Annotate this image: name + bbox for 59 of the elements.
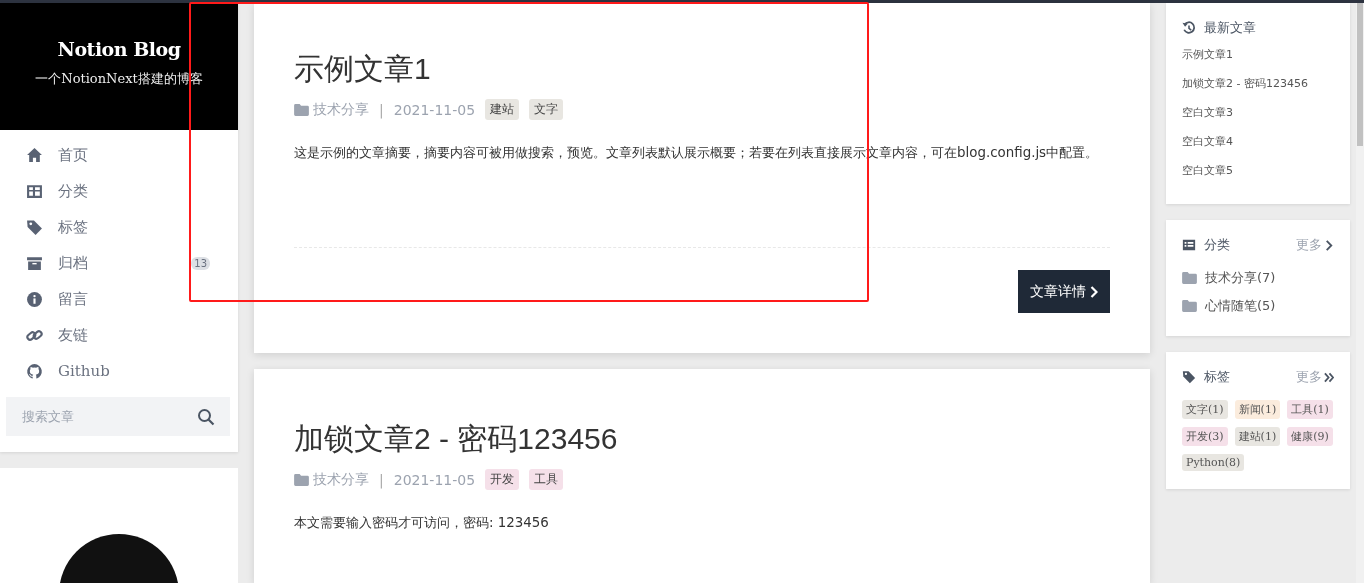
tag-chip[interactable]: 工具(1) (1287, 400, 1333, 419)
chevron-icon (1324, 239, 1334, 251)
latest-post-link[interactable]: 加锁文章2 - 密码123456 (1182, 76, 1334, 91)
menu-item[interactable]: 留言 (0, 281, 238, 317)
folder-icon (1182, 272, 1197, 284)
tag-chip[interactable]: 开发(3) (1182, 427, 1228, 446)
grid-icon (26, 182, 43, 200)
post-date: 2021-11-05 (393, 101, 476, 118)
post-summary: 本文需要输入密码才可访问，密码: 123456 (294, 514, 550, 532)
site-title[interactable]: Notion Blog (57, 37, 181, 60)
meta-separator: | (379, 101, 384, 118)
chevron-icon (1090, 285, 1098, 298)
home-icon (26, 146, 43, 164)
category-item[interactable]: 技术分享(7) (1182, 264, 1334, 292)
tag-chip[interactable]: Python(8) (1182, 454, 1245, 471)
tag-chip[interactable]: 健康(9) (1287, 427, 1333, 446)
info-icon (26, 290, 43, 308)
card-title: 最新文章 (1204, 19, 1256, 37)
scrollbar-thumb[interactable] (1357, 3, 1363, 146)
count-badge: 13 (191, 256, 210, 270)
double-chevron-icon (1324, 371, 1334, 383)
card-title: 标签 (1204, 368, 1230, 386)
post-tag[interactable]: 文字 (529, 99, 564, 120)
latest-post-link[interactable]: 空白文章4 (1182, 134, 1334, 149)
tag-chip[interactable]: 新闻(1) (1234, 400, 1281, 419)
folder-icon (1182, 300, 1197, 312)
menu-item[interactable]: 标签 (0, 209, 238, 245)
tag-icon (26, 218, 43, 236)
post-tag[interactable]: 开发 (485, 469, 520, 490)
post-tag[interactable]: 建站 (485, 99, 520, 120)
menu-item[interactable]: 归档 13 (0, 245, 238, 281)
post-title[interactable]: 示例文章1 (294, 51, 1110, 87)
latest-post-link[interactable]: 示例文章1 (1182, 47, 1334, 62)
search-icon (197, 407, 215, 426)
menu-item[interactable]: 首页 (0, 137, 238, 173)
search-field[interactable]: 搜索文章 (6, 397, 182, 436)
post-title[interactable]: 加锁文章2 - 密码123456 (294, 421, 1110, 457)
post-date: 2021-11-05 (393, 471, 476, 488)
folder-icon (294, 103, 309, 116)
table-icon (1182, 238, 1196, 252)
tag-chip[interactable]: 文字(1) (1182, 400, 1228, 419)
latest-post-link[interactable]: 空白文章3 (1182, 105, 1334, 120)
archive-icon (26, 254, 43, 272)
search-button[interactable] (182, 397, 230, 436)
tag-chip[interactable]: 建站(1) (1234, 427, 1281, 446)
menu-item[interactable]: 友链 (0, 317, 238, 353)
latest-post-link[interactable]: 空白文章5 (1182, 163, 1334, 178)
menu-item[interactable]: Github (0, 353, 238, 389)
category-item[interactable]: 心情随笔(5) (1182, 292, 1334, 320)
folder-icon (294, 473, 309, 486)
menu-item[interactable]: 分类 (0, 173, 238, 209)
history-icon (1182, 21, 1196, 35)
post-tag[interactable]: 工具 (529, 469, 564, 490)
site-subtitle: 一个NotionNext搭建的博客 (35, 69, 203, 88)
meta-separator: | (379, 471, 384, 488)
card-title: 分类 (1204, 236, 1230, 254)
read-more-button[interactable]: 文章详情 (1018, 270, 1110, 313)
github-icon (26, 362, 43, 380)
tag-icon (1182, 370, 1196, 384)
